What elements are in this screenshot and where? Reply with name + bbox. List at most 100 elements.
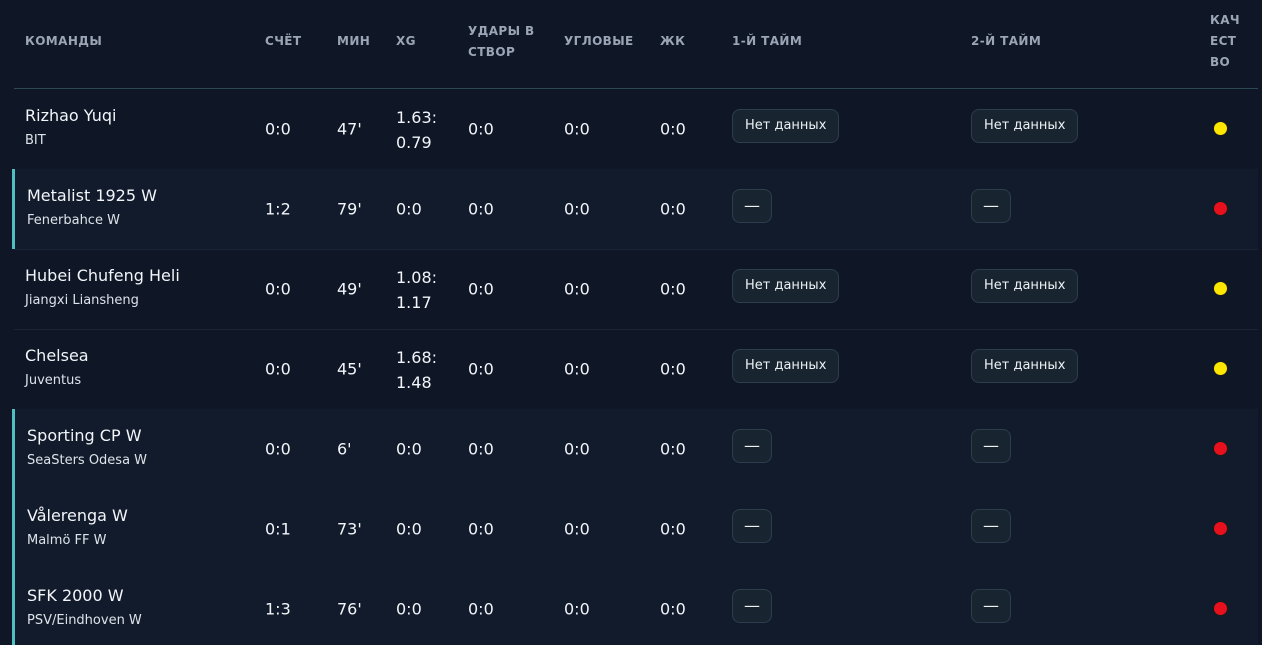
- first-half-button[interactable]: —: [732, 509, 772, 543]
- score-value: 0:0: [265, 439, 291, 459]
- header-first-half[interactable]: 1-Й ТАЙМ: [732, 31, 802, 52]
- header-quality[interactable]: КАЧ ЕСТ ВО: [1210, 10, 1240, 73]
- table-row[interactable]: Chelsea Juventus 0:0 45' 1.68:1.48 0:0 0:0 0:0 Н…: [14, 329, 1258, 410]
- second-half-button[interactable]: —: [971, 509, 1011, 543]
- table-row[interactable]: Metalist 1925 W Fenerbahce W 1:2 79' 0:0 0:0 0…: [12, 169, 1258, 250]
- yellow-cards-value: 0:0: [660, 439, 686, 459]
- yellow-cards-value: 0:0: [660, 279, 686, 299]
- first-half-button[interactable]: Нет данных: [732, 349, 840, 383]
- away-team-name[interactable]: Fenerbahce W: [27, 213, 120, 228]
- corners-value: 0:0: [564, 439, 590, 459]
- second-half-button[interactable]: Нет данных: [971, 349, 1079, 383]
- home-team-name[interactable]: SFK 2000 W: [27, 586, 124, 605]
- header-minute[interactable]: МИН: [337, 31, 370, 52]
- away-team-name[interactable]: Jiangxi Liansheng: [25, 293, 139, 308]
- shots-on-target-value: 0:0: [468, 599, 494, 619]
- shots-on-target-value: 0:0: [468, 119, 494, 139]
- table-row[interactable]: Hubei Chufeng Heli Jiangxi Liansheng 0:0 49…: [14, 249, 1258, 330]
- score-value: 0:1: [265, 519, 291, 539]
- corners-value: 0:0: [564, 119, 590, 139]
- table-row[interactable]: Vålerenga W Malmö FF W 0:1 73' 0:0 0:0 0:0 0:0 —…: [12, 489, 1258, 570]
- table-row[interactable]: Sporting CP W SeaSters Odesa W 0:0 6' 0:0 0:0…: [12, 409, 1258, 490]
- corners-value: 0:0: [564, 599, 590, 619]
- header-corners[interactable]: УГЛОВЫЕ: [564, 31, 634, 52]
- second-half-button[interactable]: Нет данных: [971, 269, 1079, 303]
- yellow-cards-value: 0:0: [660, 199, 686, 219]
- shots-on-target-value: 0:0: [468, 279, 494, 299]
- yellow-cards-value: 0:0: [660, 359, 686, 379]
- second-half-button[interactable]: —: [971, 589, 1011, 623]
- away-team-name[interactable]: BIT: [25, 133, 46, 148]
- quality-indicator-icon: [1213, 281, 1228, 296]
- score-value: 0:0: [265, 359, 291, 379]
- score-value: 0:0: [265, 279, 291, 299]
- header-quality-line3: ВО: [1210, 55, 1231, 69]
- first-half-button[interactable]: Нет данных: [732, 109, 840, 143]
- away-team-name[interactable]: SeaSters Odesa W: [27, 453, 147, 468]
- yellow-cards-value: 0:0: [660, 599, 686, 619]
- home-team-name[interactable]: Chelsea: [25, 346, 89, 365]
- header-shots-line2: СТВОР: [468, 45, 516, 59]
- xg-value: 0:0: [396, 519, 422, 539]
- xg-value: 1.08:1.17: [396, 268, 438, 312]
- minute-value: 45': [337, 359, 362, 379]
- header-xg[interactable]: XG: [396, 31, 416, 52]
- header-quality-line2: ЕСТ: [1210, 34, 1237, 48]
- home-team-name[interactable]: Rizhao Yuqi: [25, 106, 116, 125]
- quality-indicator-icon: [1213, 521, 1228, 536]
- header-score[interactable]: СЧЁТ: [265, 31, 302, 52]
- first-half-button[interactable]: Нет данных: [732, 269, 840, 303]
- minute-value: 73': [337, 519, 362, 539]
- header-second-half[interactable]: 2-Й ТАЙМ: [971, 31, 1041, 52]
- away-team-name[interactable]: PSV/Eindhoven W: [27, 613, 142, 628]
- home-team-name[interactable]: Hubei Chufeng Heli: [25, 266, 180, 285]
- minute-value: 47': [337, 119, 362, 139]
- xg-value: 0:0: [396, 599, 422, 619]
- corners-value: 0:0: [564, 519, 590, 539]
- xg-value: 1.68:1.48: [396, 348, 438, 392]
- xg-value: 0:0: [396, 439, 422, 459]
- quality-indicator-icon: [1213, 601, 1228, 616]
- corners-value: 0:0: [564, 359, 590, 379]
- shots-on-target-value: 0:0: [468, 439, 494, 459]
- away-team-name[interactable]: Juventus: [25, 373, 81, 388]
- yellow-cards-value: 0:0: [660, 119, 686, 139]
- header-teams[interactable]: КОМАНДЫ: [25, 31, 102, 52]
- quality-indicator-icon: [1213, 361, 1228, 376]
- header-shots-on-target[interactable]: УДАРЫ В СТВОР: [468, 21, 535, 63]
- first-half-button[interactable]: —: [732, 189, 772, 223]
- second-half-button[interactable]: Нет данных: [971, 109, 1079, 143]
- corners-value: 0:0: [564, 279, 590, 299]
- second-half-button[interactable]: —: [971, 189, 1011, 223]
- shots-on-target-value: 0:0: [468, 359, 494, 379]
- first-half-button[interactable]: —: [732, 589, 772, 623]
- minute-value: 49': [337, 279, 362, 299]
- quality-indicator-icon: [1213, 201, 1228, 216]
- score-value: 1:2: [265, 199, 291, 219]
- second-half-button[interactable]: —: [971, 429, 1011, 463]
- header-quality-line1: КАЧ: [1210, 13, 1240, 27]
- xg-value: 1.63:0.79: [396, 108, 438, 152]
- yellow-cards-value: 0:0: [660, 519, 686, 539]
- quality-indicator-icon: [1213, 121, 1228, 136]
- xg-value: 0:0: [396, 199, 422, 219]
- home-team-name[interactable]: Vålerenga W: [27, 506, 128, 525]
- minute-value: 79': [337, 199, 362, 219]
- header-shots-line1: УДАРЫ В: [468, 24, 535, 38]
- score-value: 0:0: [265, 119, 291, 139]
- minute-value: 6': [337, 439, 352, 459]
- home-team-name[interactable]: Metalist 1925 W: [27, 186, 157, 205]
- away-team-name[interactable]: Malmö FF W: [27, 533, 107, 548]
- shots-on-target-value: 0:0: [468, 519, 494, 539]
- score-value: 1:3: [265, 599, 291, 619]
- corners-value: 0:0: [564, 199, 590, 219]
- first-half-button[interactable]: —: [732, 429, 772, 463]
- table-header: КОМАНДЫ СЧЁТ МИН XG УДАРЫ В СТВОР УГЛОВЫ…: [14, 0, 1258, 89]
- header-yellow-cards[interactable]: ЖК: [660, 31, 685, 52]
- matches-table: КОМАНДЫ СЧЁТ МИН XG УДАРЫ В СТВОР УГЛОВЫ…: [0, 0, 1262, 645]
- table-row[interactable]: Rizhao Yuqi BIT 0:0 47' 1.63:0.79 0:0 0:0 0:0 Не…: [14, 89, 1258, 170]
- quality-indicator-icon: [1213, 441, 1228, 456]
- table-row[interactable]: SFK 2000 W PSV/Eindhoven W 1:3 76' 0:0 0:0 0:0…: [12, 569, 1258, 645]
- shots-on-target-value: 0:0: [468, 199, 494, 219]
- home-team-name[interactable]: Sporting CP W: [27, 426, 142, 445]
